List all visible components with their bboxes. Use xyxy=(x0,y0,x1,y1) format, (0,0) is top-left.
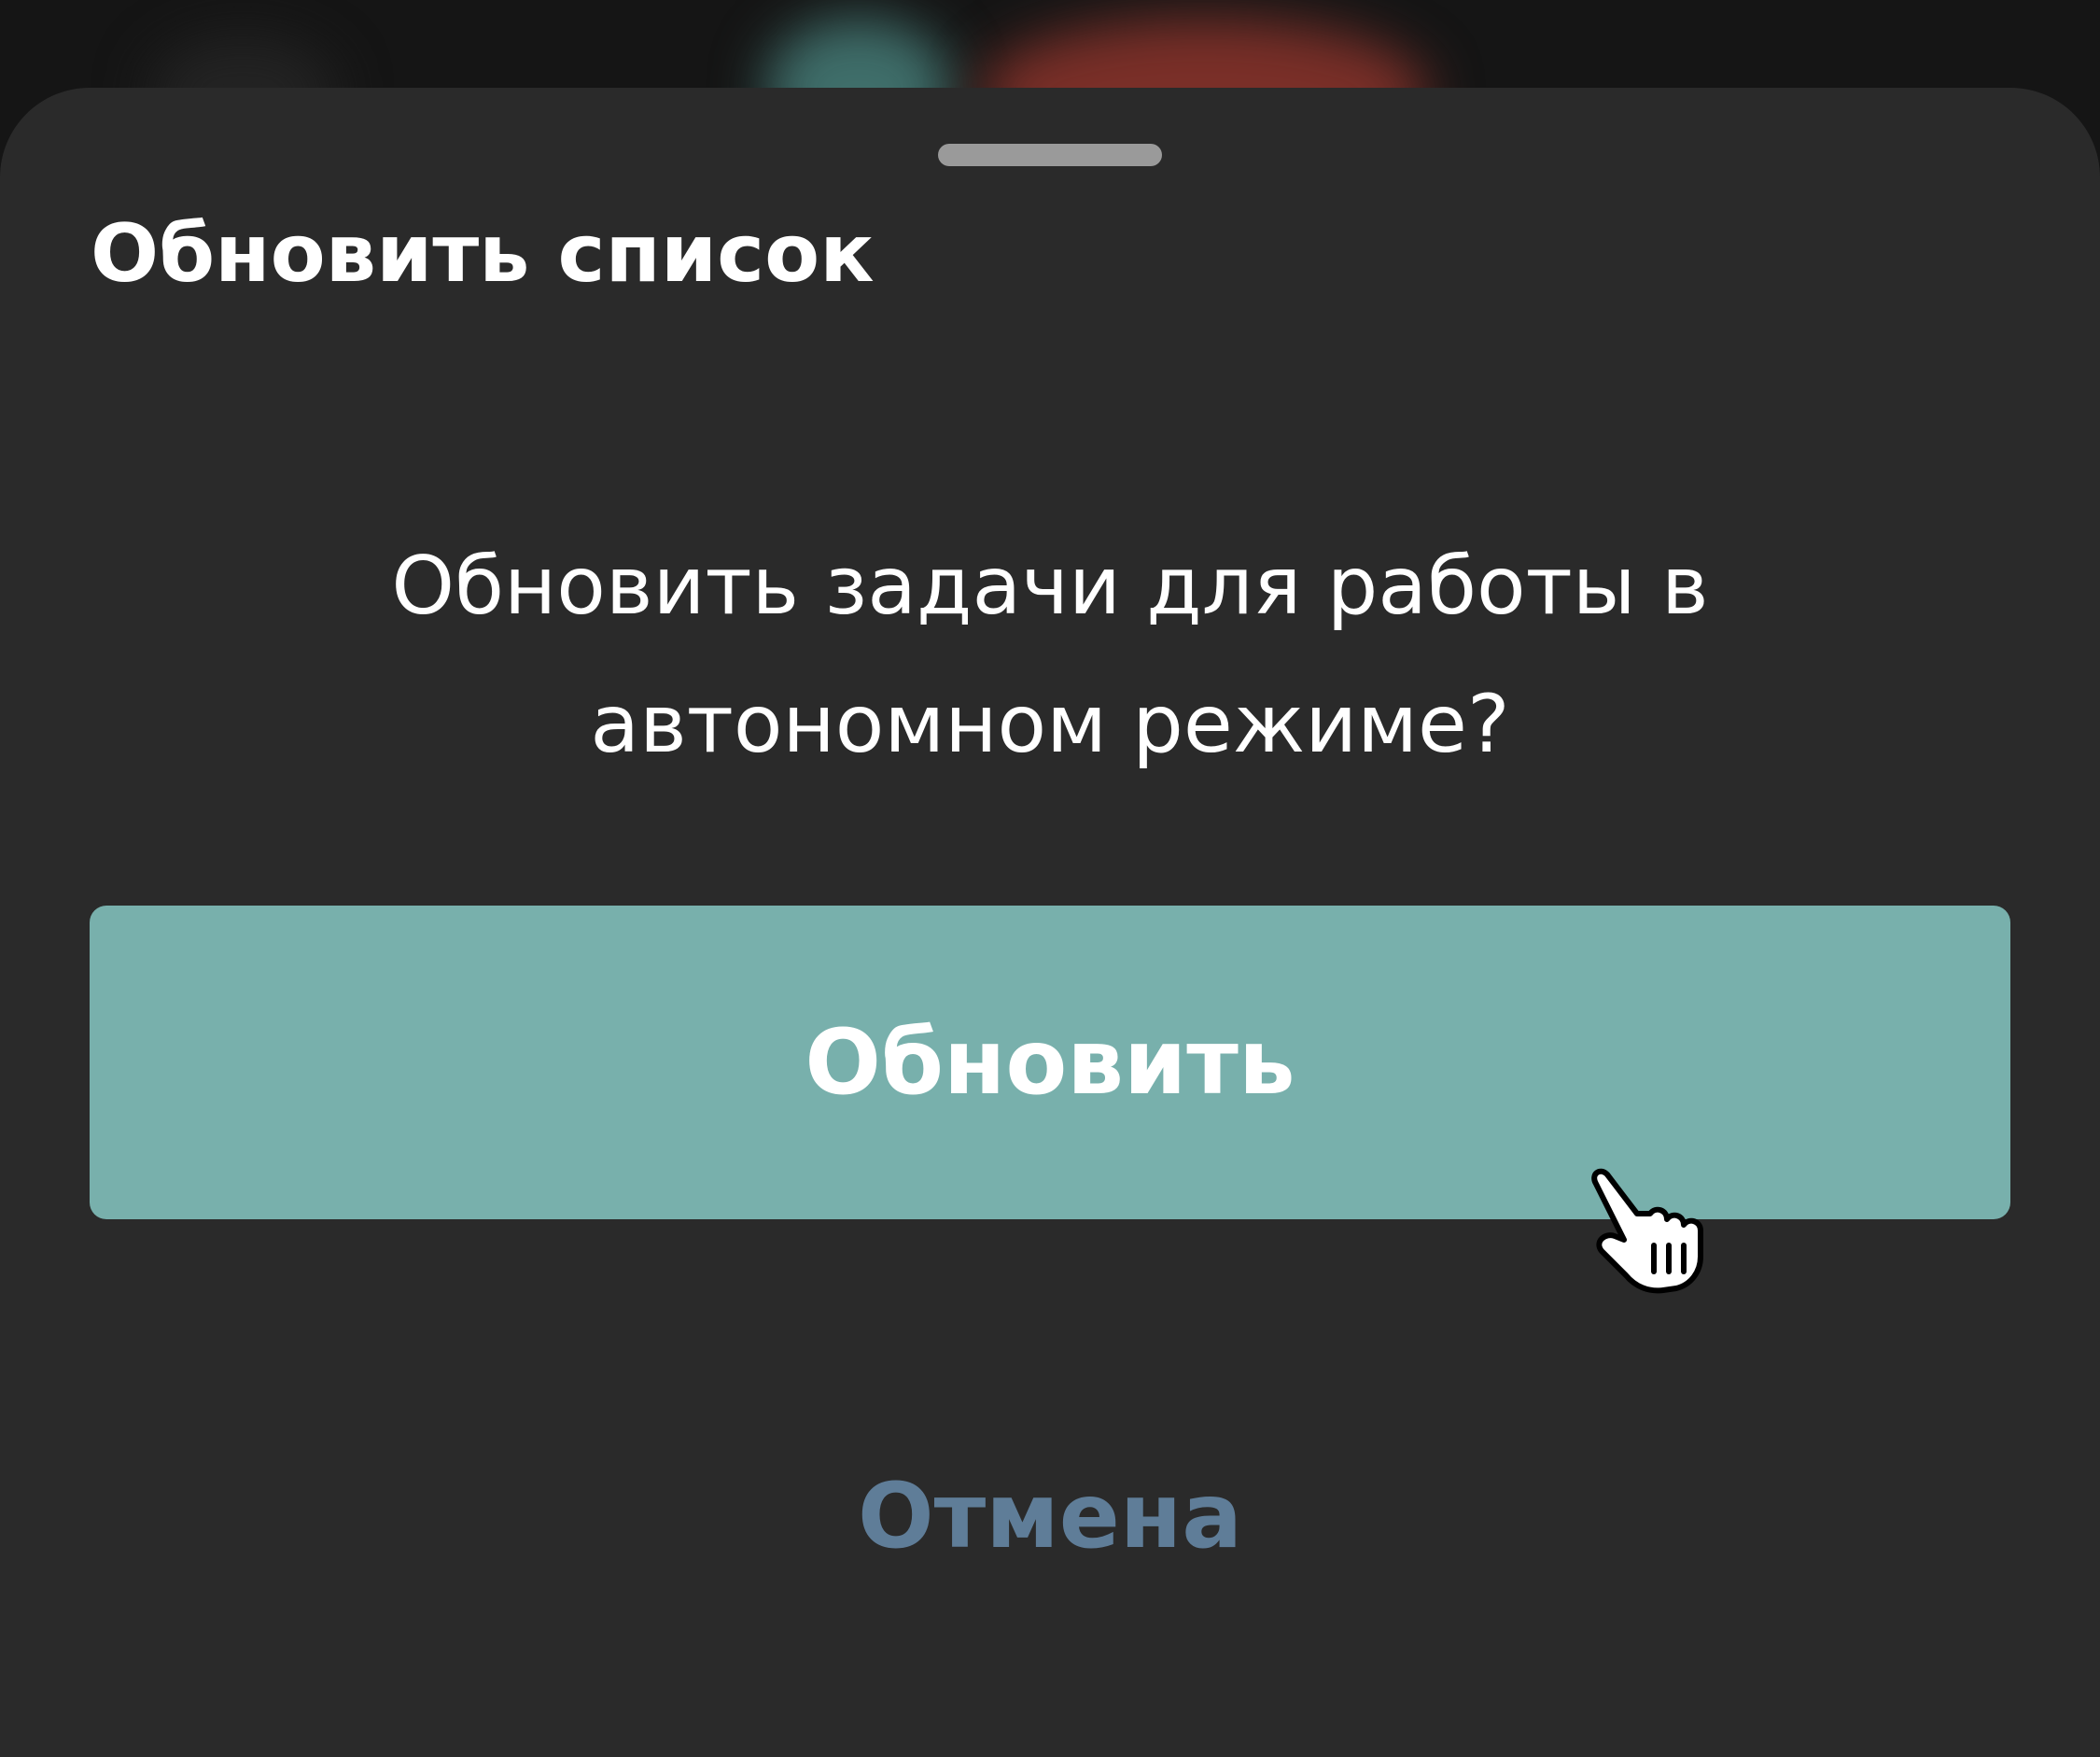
dialog-title: Обновить список xyxy=(91,207,875,301)
dialog-message-line: автономном режиме? xyxy=(590,678,1510,771)
update-button-label: Обновить xyxy=(805,1010,1295,1115)
update-button[interactable]: Обновить xyxy=(90,906,2010,1219)
dialog-message-line: Обновить задачи для работы в xyxy=(391,540,1709,633)
hand-pointer-icon xyxy=(1591,1168,1703,1294)
cancel-button[interactable]: Отмена xyxy=(770,1446,1330,1586)
cancel-button-label: Отмена xyxy=(858,1464,1242,1568)
dialog-message: Обновить задачи для работы в автономном … xyxy=(187,517,1913,794)
drag-handle[interactable] xyxy=(938,144,1162,166)
bottom-sheet-dialog: Обновить список Обновить задачи для рабо… xyxy=(0,88,2100,1757)
